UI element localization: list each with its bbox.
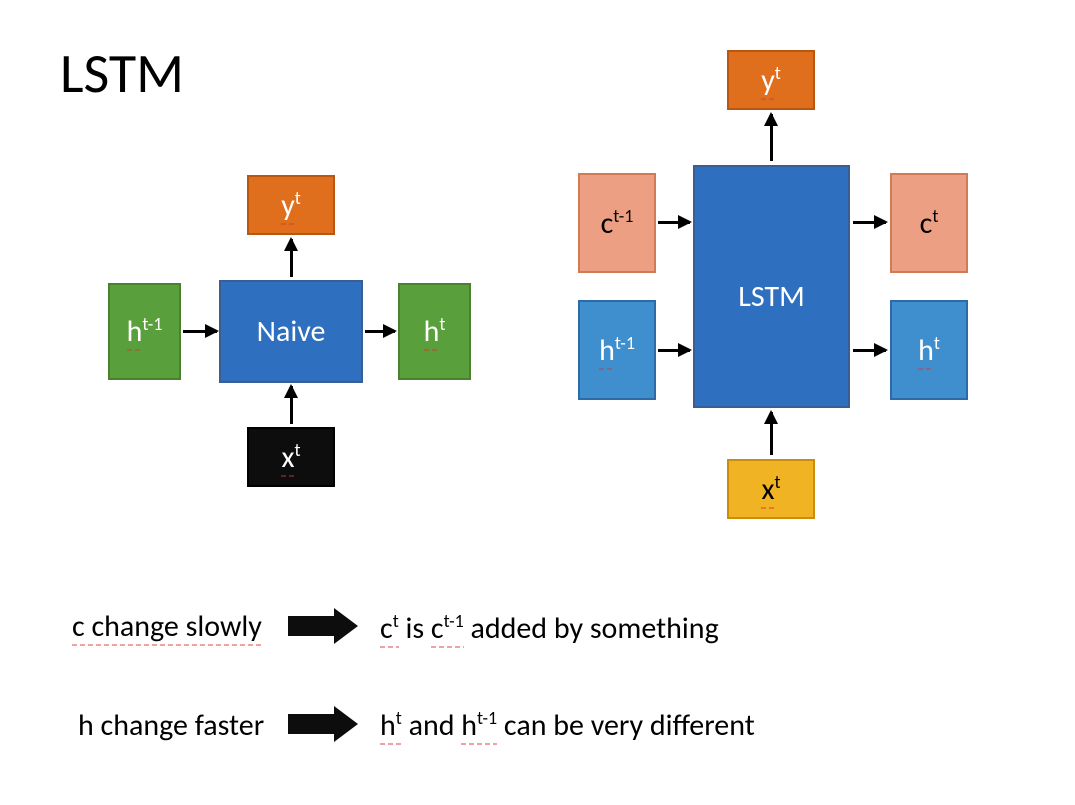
- naive-h-prev-box: ht-1: [108, 283, 181, 380]
- note-h-fast-left: h change faster: [78, 707, 264, 744]
- slide-title: LSTM: [60, 40, 184, 108]
- lstm-c-next-box: ct: [890, 173, 968, 273]
- arrow-lstm-cprev-to-center: [658, 221, 690, 224]
- note-h-fast-right: ht and ht-1 can be very different: [380, 707, 755, 744]
- naive-center-label: Naive: [257, 313, 326, 350]
- note-c-slow-left: c change slowly: [72, 608, 262, 645]
- slide-diagram: LSTM Naive ht-1 ht yt xt: [0, 0, 1075, 805]
- lstm-center-box: LSTM: [693, 165, 850, 408]
- naive-h-next-box: ht: [398, 283, 471, 380]
- arrow-lstm-center-to-hnext: [853, 349, 886, 352]
- block-arrow-2: [288, 706, 358, 742]
- naive-h-prev-label: ht-1: [127, 313, 163, 350]
- arrow-lstm-x-to-center: [770, 412, 773, 455]
- naive-h-next-label: ht: [424, 313, 446, 350]
- arrow-naive-center-to-hnext: [365, 330, 395, 333]
- arrow-naive-x-to-center: [290, 386, 293, 424]
- naive-y-box: yt: [247, 175, 335, 235]
- lstm-c-next-label: ct: [920, 205, 939, 242]
- arrow-naive-center-to-y: [290, 239, 293, 277]
- lstm-h-next-label: ht: [918, 332, 940, 369]
- arrow-lstm-center-to-cnext: [853, 221, 886, 224]
- lstm-x-label: xt: [761, 471, 780, 508]
- lstm-x-box: xt: [727, 459, 815, 519]
- lstm-h-prev-box: ht-1: [578, 300, 656, 400]
- arrow-naive-hprev-to-center: [183, 330, 217, 333]
- naive-center-box: Naive: [219, 280, 363, 383]
- lstm-center-label: LSTM: [738, 278, 804, 315]
- naive-x-label: xt: [281, 439, 300, 476]
- lstm-h-next-box: ht: [890, 300, 968, 400]
- block-arrow-1: [288, 608, 358, 644]
- lstm-h-prev-label: ht-1: [599, 332, 635, 369]
- naive-x-box: xt: [247, 427, 335, 487]
- note-c-slow-right: ct is ct-1 added by something: [380, 610, 719, 647]
- arrow-lstm-hprev-to-center: [658, 349, 690, 352]
- naive-y-label: yt: [281, 187, 301, 224]
- lstm-y-box: yt: [727, 50, 815, 110]
- arrow-lstm-center-to-y: [770, 114, 773, 161]
- lstm-y-label: yt: [761, 62, 781, 99]
- lstm-c-prev-box: ct-1: [578, 173, 656, 273]
- lstm-c-prev-label: ct-1: [601, 205, 634, 242]
